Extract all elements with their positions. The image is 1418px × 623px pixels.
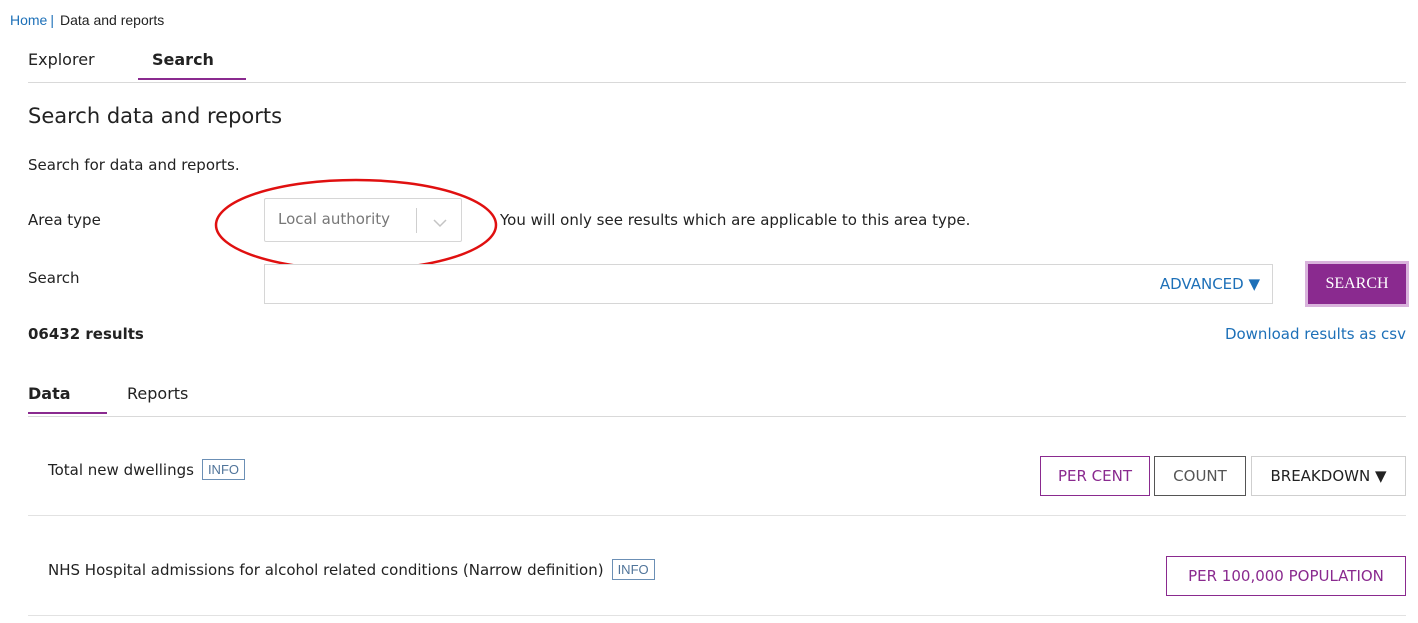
breadcrumb-home-link[interactable]: Home (10, 12, 47, 28)
list-item-title: Total new dwellings INFO (48, 459, 245, 480)
list-item-title: NHS Hospital admissions for alcohol rela… (48, 559, 655, 580)
top-tab-bar: Explorer Search (28, 50, 1406, 83)
result-name: Total new dwellings (48, 461, 194, 479)
row-divider (28, 515, 1406, 516)
row-divider (28, 615, 1406, 616)
per-cent-button[interactable]: PER CENT (1040, 456, 1150, 496)
result-tab-bar: Data Reports (28, 384, 1406, 417)
result-name: NHS Hospital admissions for alcohol rela… (48, 561, 604, 579)
breadcrumb: Home | Data and reports (10, 12, 164, 28)
breakdown-button[interactable]: BREAKDOWN ▼ (1251, 456, 1406, 496)
search-input[interactable]: ADVANCED ▼ (264, 264, 1273, 304)
annotation-ellipse (214, 178, 498, 272)
breadcrumb-current: Data and reports (60, 12, 165, 28)
download-csv-link[interactable]: Download results as csv (1225, 325, 1406, 343)
advanced-toggle[interactable]: ADVANCED ▼ (1160, 275, 1260, 293)
search-label: Search (28, 269, 80, 287)
breadcrumb-separator: | (50, 12, 54, 28)
tab-explorer[interactable]: Explorer (28, 50, 95, 80)
page-title: Search data and reports (28, 104, 283, 128)
page-description: Search for data and reports. (28, 156, 240, 174)
per-100000-population-button[interactable]: PER 100,000 POPULATION (1166, 556, 1406, 596)
area-type-hint: You will only see results which are appl… (500, 211, 971, 229)
results-count: 06432 results (28, 325, 144, 343)
area-type-label: Area type (28, 211, 101, 229)
tab-data[interactable]: Data (28, 384, 107, 414)
info-button[interactable]: INFO (201, 459, 245, 480)
search-button[interactable]: SEARCH (1305, 261, 1409, 307)
count-button[interactable]: COUNT (1154, 456, 1246, 496)
tab-search[interactable]: Search (138, 50, 246, 80)
tab-reports[interactable]: Reports (127, 384, 188, 414)
info-button[interactable]: INFO (611, 559, 655, 580)
